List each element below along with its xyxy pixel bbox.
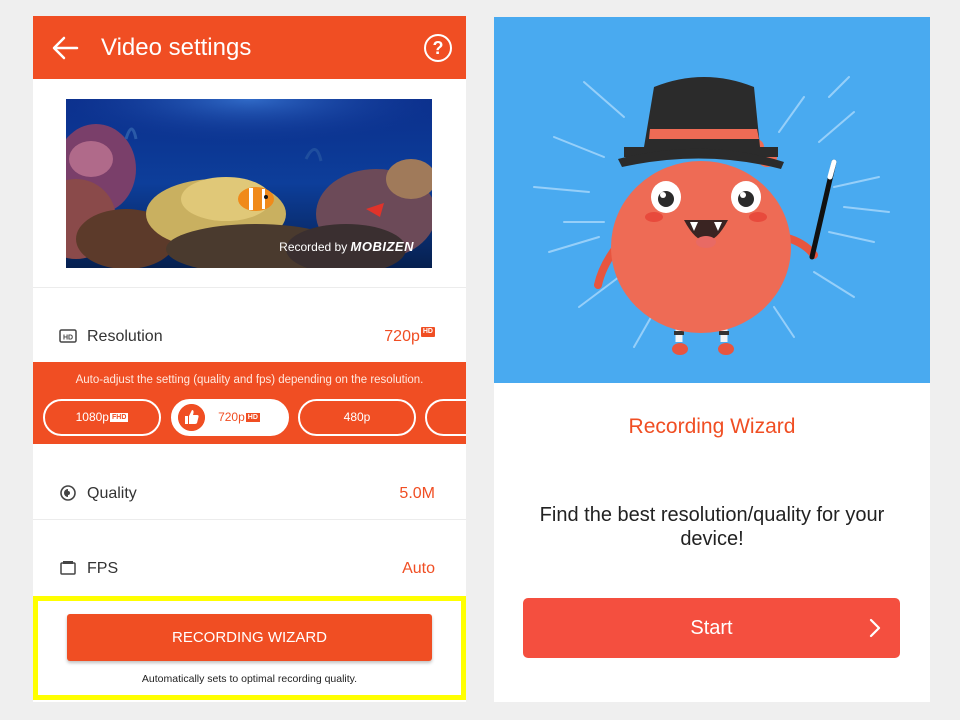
start-label: Start <box>690 617 733 639</box>
hd-badge: HD <box>420 327 435 337</box>
quality-row[interactable]: Quality 5.0M <box>33 464 466 524</box>
video-settings-screen: Video settings ? Recorded by MOBIZEN HD … <box>33 16 466 702</box>
wizard-title: Recording Wizard <box>628 415 796 438</box>
fps-label: FPS <box>87 560 119 577</box>
resolution-row[interactable]: HD Resolution 720p HD <box>33 307 466 367</box>
divider <box>33 287 466 288</box>
resolution-value: 720p HD <box>384 327 435 345</box>
chevron-right-icon <box>869 618 881 638</box>
svg-text:HD: HD <box>63 335 73 342</box>
wizard-description: Find the best resolution/quality for you… <box>539 504 885 550</box>
hd-icon: HD <box>59 329 77 343</box>
quality-value: 5.0M <box>399 485 435 502</box>
thumbs-up-icon <box>178 404 205 431</box>
divider <box>33 519 466 520</box>
resolution-label: Resolution <box>87 328 163 345</box>
back-arrow-icon[interactable] <box>49 32 81 64</box>
auto-adjust-panel: Auto-adjust the setting (quality and fps… <box>33 362 466 444</box>
magician-mascot-illustration <box>533 76 890 355</box>
wizard-note: Automatically sets to optimal recording … <box>141 673 358 685</box>
recording-wizard-button[interactable]: RECORDING WIZARD <box>67 614 432 661</box>
quality-label: Quality <box>87 485 137 502</box>
wizard-hero-illustration <box>494 17 930 383</box>
mobizen-logo: MOBIZEN <box>350 239 414 254</box>
fps-value: Auto <box>402 560 435 577</box>
recording-wizard-section: RECORDING WIZARD Automatically sets to o… <box>33 596 466 702</box>
resolution-option-480p[interactable]: 480p <box>298 399 416 436</box>
hd-badge: HD <box>245 413 260 422</box>
recording-wizard-screen: Recording Wizard Find the best resolutio… <box>494 17 930 702</box>
fhd-badge: FHD <box>109 413 129 422</box>
resolution-option-720p[interactable]: 720p HD <box>171 399 289 436</box>
fps-row[interactable]: FPS Auto <box>33 539 466 599</box>
help-icon[interactable]: ? <box>424 34 452 62</box>
fps-icon <box>60 561 76 575</box>
resolution-option-next[interactable] <box>425 399 466 436</box>
quality-icon <box>60 485 76 501</box>
page-title: Video settings <box>101 34 252 61</box>
video-preview-image: Recorded by MOBIZEN <box>66 99 432 268</box>
app-header: Video settings ? <box>33 16 466 79</box>
resolution-option-1080p[interactable]: 1080p FHD <box>43 399 161 436</box>
recorded-by-watermark: Recorded by MOBIZEN <box>279 239 414 254</box>
start-button[interactable]: Start <box>523 598 900 658</box>
auto-adjust-text: Auto-adjust the setting (quality and fps… <box>75 374 424 386</box>
